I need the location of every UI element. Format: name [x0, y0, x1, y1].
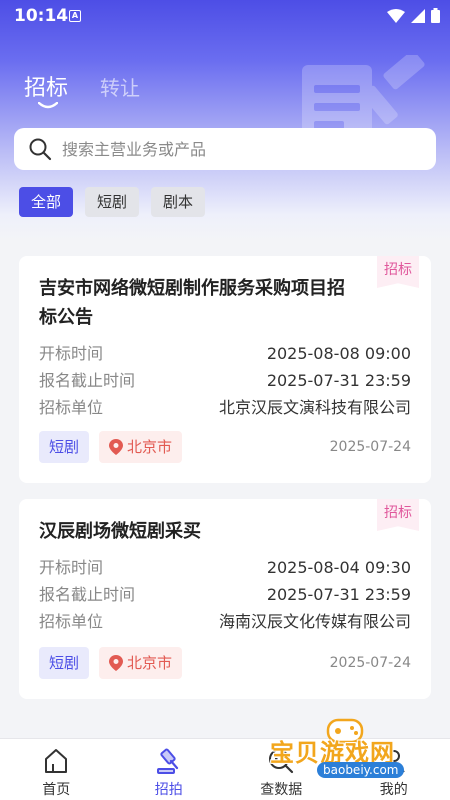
nav-auction[interactable]: 招拍 [113, 739, 226, 800]
search-icon [29, 138, 52, 161]
info-value: 2025-07-31 23:59 [266, 371, 411, 390]
info-row-deadline: 报名截止时间 2025-07-31 23:59 [39, 367, 411, 394]
genre-tag: 短剧 [39, 647, 90, 679]
filter-script[interactable]: 剧本 [151, 187, 206, 217]
tender-title: 汉辰剧场微短剧采买 [39, 521, 201, 542]
location-pin-icon [109, 439, 124, 455]
location-label: 北京市 [127, 438, 173, 456]
notification-icon: A [69, 10, 81, 22]
info-value: 2025-08-08 09:00 [266, 344, 411, 363]
status-bar: 10:14 A [0, 0, 450, 32]
tab-active-indicator [38, 102, 58, 109]
filter-chips: 全部 短剧 剧本 [19, 187, 206, 217]
tab-transfer-label: 转让 [100, 76, 141, 100]
info-row-deadline: 报名截止时间 2025-07-31 23:59 [39, 581, 411, 608]
filter-short-drama[interactable]: 短剧 [85, 187, 140, 217]
info-key: 招标单位 [39, 612, 104, 631]
location-label: 北京市 [127, 654, 173, 672]
info-key: 开标时间 [39, 344, 104, 363]
filter-all[interactable]: 全部 [19, 187, 74, 217]
info-row-open-time: 开标时间 2025-08-08 09:00 [39, 340, 411, 367]
battery-icon [431, 8, 440, 23]
info-row-organization: 招标单位 海南汉辰文化传媒有限公司 [39, 608, 411, 635]
watermark-url: baobeiy.com [317, 762, 405, 778]
publish-date: 2025-07-24 [329, 655, 411, 671]
tender-title: 吉安市网络微短剧制作服务采购项目招标公告 [39, 278, 345, 328]
info-value: 北京汉辰文演科技有限公司 [218, 398, 411, 417]
info-value: 海南汉辰文化传媒有限公司 [218, 612, 411, 631]
tender-badge: 招标 [377, 499, 419, 531]
search-bar[interactable] [14, 128, 436, 170]
tender-card[interactable]: 招标 汉辰剧场微短剧采买 开标时间 2025-08-04 09:30 报名截止时… [19, 499, 431, 699]
tab-transfer[interactable]: 转让 [100, 70, 140, 102]
home-icon [45, 749, 68, 773]
info-key: 招标单位 [39, 398, 104, 417]
nav-home-label: 首页 [42, 782, 71, 798]
tab-bar: 招标 转让 [24, 70, 140, 109]
genre-tag: 短剧 [39, 431, 90, 463]
location-tag: 北京市 [99, 431, 183, 463]
info-row-open-time: 开标时间 2025-08-04 09:30 [39, 554, 411, 581]
search-input[interactable] [62, 139, 436, 159]
info-value: 2025-08-04 09:30 [266, 558, 411, 577]
wifi-icon [387, 8, 405, 23]
publish-date: 2025-07-24 [329, 439, 411, 455]
tender-card[interactable]: 招标 吉安市网络微短剧制作服务采购项目招标公告 开标时间 2025-08-08 … [19, 256, 431, 483]
info-key: 开标时间 [39, 558, 104, 577]
info-key: 报名截止时间 [39, 585, 136, 604]
location-pin-icon [109, 655, 124, 671]
info-row-organization: 招标单位 北京汉辰文演科技有限公司 [39, 394, 411, 421]
tab-bidding[interactable]: 招标 [24, 70, 69, 109]
info-key: 报名截止时间 [39, 371, 136, 390]
tender-badge: 招标 [377, 256, 419, 288]
location-tag: 北京市 [99, 647, 183, 679]
status-time: 10:14 [14, 6, 69, 26]
nav-home[interactable]: 首页 [0, 739, 113, 800]
nav-auction-label: 招拍 [154, 782, 183, 798]
info-value: 2025-07-31 23:59 [266, 585, 411, 604]
signal-icon [411, 8, 425, 23]
tab-bidding-label: 招标 [24, 76, 69, 101]
gavel-icon [156, 748, 178, 774]
